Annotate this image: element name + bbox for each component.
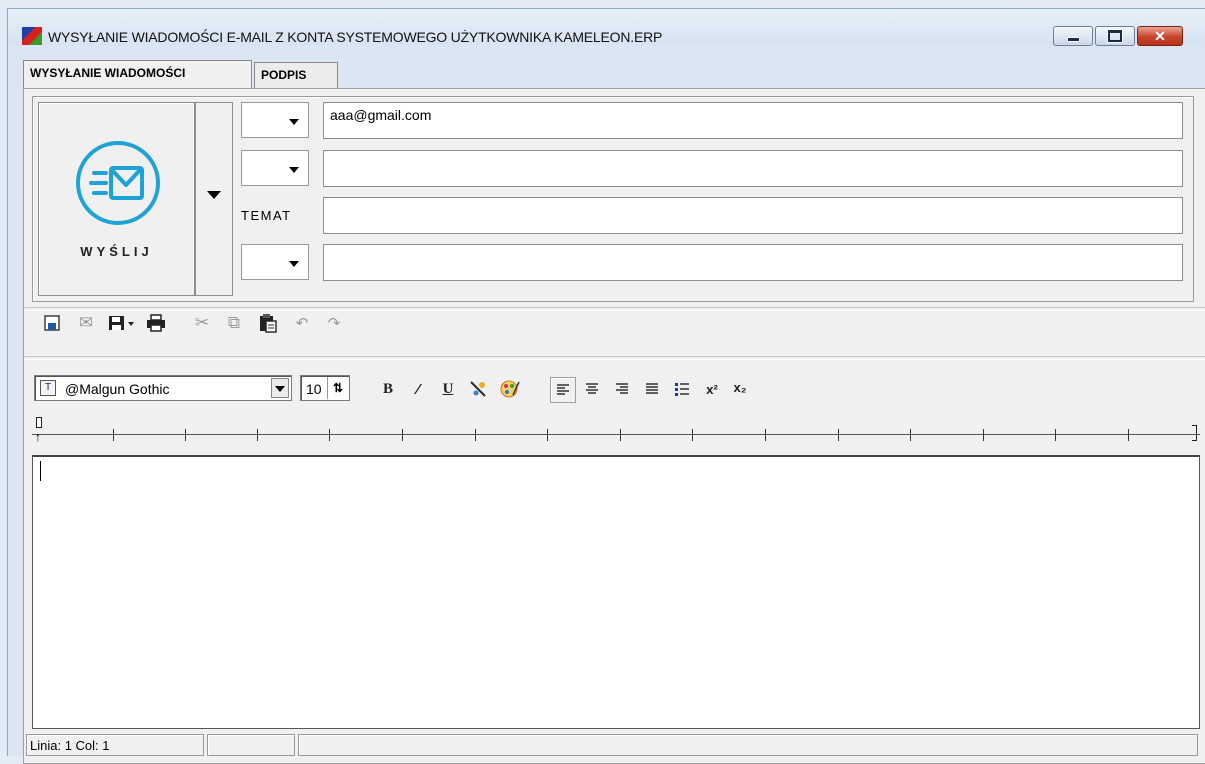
- underline-icon[interactable]: U: [436, 377, 460, 401]
- italic-icon[interactable]: ⁄: [406, 377, 430, 401]
- new-document-icon[interactable]: [40, 311, 64, 335]
- ruler[interactable]: ↑: [32, 417, 1200, 457]
- right-margin-marker[interactable]: [1192, 425, 1197, 441]
- window-title: WYSYŁANIE WIADOMOŚCI E-MAIL Z KONTA SYST…: [48, 29, 663, 45]
- attach-icon[interactable]: ✉: [74, 311, 98, 335]
- message-editor[interactable]: [32, 455, 1200, 729]
- minimize-icon: [1066, 36, 1080, 42]
- font-type-icon: T: [40, 380, 56, 396]
- title-bar[interactable]: WYSYŁANIE WIADOMOŚCI E-MAIL Z KONTA SYST…: [8, 9, 1205, 46]
- ruler-tick: [765, 429, 766, 441]
- send-button[interactable]: WYŚLIJ: [38, 102, 195, 296]
- left-indent-marker[interactable]: ↑: [35, 417, 43, 443]
- close-button[interactable]: ✕: [1137, 26, 1183, 46]
- highlight-color-icon[interactable]: [498, 377, 522, 401]
- send-options-dropdown[interactable]: [195, 102, 233, 296]
- ruler-tick: [257, 429, 258, 441]
- save-icon[interactable]: [106, 311, 140, 335]
- minimize-button[interactable]: [1053, 26, 1093, 46]
- font-dropdown-button[interactable]: [271, 378, 289, 398]
- font-size-spinner[interactable]: 10 ⇅: [300, 375, 350, 401]
- ruler-tick: [329, 429, 330, 441]
- tab-send-message[interactable]: WYSYŁANIE WIADOMOŚCI: [23, 60, 252, 88]
- print-icon[interactable]: [144, 311, 168, 335]
- ruler-tick: [983, 429, 984, 441]
- font-size-value: 10: [306, 381, 322, 397]
- recipient-type-dropdown-2[interactable]: [241, 150, 309, 186]
- ruler-tick: [402, 429, 403, 441]
- tab-content: WYŚLIJ TEMAT aaa@gmail.com ✉ ✂ ⧉ ↶ ↷ T @…: [23, 88, 1205, 764]
- maximize-button[interactable]: [1095, 26, 1135, 46]
- compose-header-panel: WYŚLIJ TEMAT aaa@gmail.com: [32, 96, 1194, 302]
- chevron-down-icon: [289, 261, 299, 267]
- copy-icon[interactable]: ⧉: [222, 311, 246, 335]
- paste-icon[interactable]: [256, 311, 280, 335]
- font-family-select[interactable]: T @Malgun Gothic: [34, 375, 292, 401]
- close-icon: ✕: [1154, 27, 1166, 44]
- ruler-tick: [1128, 429, 1129, 441]
- maximize-icon: [1108, 30, 1122, 42]
- send-button-label: WYŚLIJ: [80, 244, 153, 259]
- ruler-tick: [185, 429, 186, 441]
- chevron-down-icon: [275, 386, 285, 392]
- superscript-icon[interactable]: x²: [700, 377, 724, 401]
- ruler-tick: [1055, 429, 1056, 441]
- bullet-list-icon[interactable]: [670, 377, 694, 401]
- text-caret: [40, 461, 41, 481]
- status-bar: Linia: 1 Col: 1: [24, 734, 1205, 758]
- bold-icon[interactable]: B: [376, 377, 400, 401]
- subject-field[interactable]: [323, 197, 1183, 234]
- undo-icon[interactable]: ↶: [290, 311, 314, 335]
- redo-icon[interactable]: ↷: [322, 311, 346, 335]
- subject-label: TEMAT: [241, 208, 292, 223]
- align-justify-icon[interactable]: [640, 377, 664, 401]
- ruler-tick: [838, 429, 839, 441]
- extra-field[interactable]: [323, 244, 1183, 281]
- ruler-tick: [475, 429, 476, 441]
- ruler-tick: [620, 429, 621, 441]
- cut-icon[interactable]: ✂: [190, 311, 214, 335]
- ruler-tick: [910, 429, 911, 441]
- text-color-icon[interactable]: [466, 377, 490, 401]
- spinner-arrows-icon[interactable]: ⇅: [327, 377, 348, 399]
- ruler-tick: [547, 429, 548, 441]
- font-family-value: @Malgun Gothic: [65, 381, 170, 397]
- align-right-icon[interactable]: [610, 377, 634, 401]
- ruler-tick: [113, 429, 114, 441]
- cc-field[interactable]: [323, 150, 1183, 187]
- cursor-position: Linia: 1 Col: 1: [26, 734, 204, 756]
- chevron-down-icon: [289, 167, 299, 173]
- recipient-type-dropdown-1[interactable]: [241, 102, 309, 138]
- status-cell-3: [298, 734, 1198, 756]
- divider: [24, 356, 1205, 360]
- subscript-icon[interactable]: x₂: [728, 375, 752, 399]
- status-cell-2: [207, 734, 295, 756]
- chevron-down-icon: [289, 119, 299, 125]
- align-center-icon[interactable]: [580, 377, 604, 401]
- tab-signature[interactable]: PODPIS: [254, 62, 338, 88]
- to-field[interactable]: aaa@gmail.com: [323, 102, 1183, 139]
- recipient-type-dropdown-4[interactable]: [241, 244, 309, 280]
- ruler-tick: [692, 429, 693, 441]
- chevron-down-icon: [207, 191, 221, 199]
- ruler-line: [32, 434, 1200, 435]
- align-left-icon[interactable]: [550, 377, 576, 403]
- kameleon-app-icon[interactable]: [22, 27, 42, 45]
- email-window: WYSYŁANIE WIADOMOŚCI E-MAIL Z KONTA SYST…: [7, 8, 1205, 764]
- send-mail-icon: [76, 141, 160, 225]
